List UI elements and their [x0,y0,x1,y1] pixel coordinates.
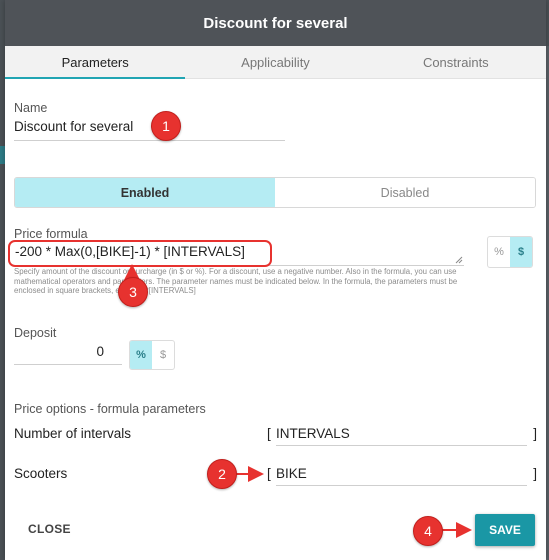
status-toggle: Enabled Disabled [14,177,536,208]
tab-constraints[interactable]: Constraints [366,46,546,78]
param-field-intervals[interactable]: [ INTERVALS ] [267,426,537,446]
deposit-dollar-button[interactable]: $ [152,341,174,369]
annotation-marker-1: 1 [151,111,181,141]
param-label-scooters: Scooters [14,466,68,481]
enabled-button[interactable]: Enabled [15,178,275,207]
tab-applicability[interactable]: Applicability [185,46,365,78]
param-value-intervals: INTERVALS [276,426,350,441]
tab-bar: Parameters Applicability Constraints [5,46,546,79]
price-formula-input[interactable]: -200 * Max(0,[BIKE]-1) * [INTERVALS] [14,240,464,266]
param-field-scooters[interactable]: [ BIKE ] [267,466,537,486]
price-options-heading: Price options - formula parameters [14,402,206,416]
deposit-input[interactable]: 0 [14,344,104,359]
close-bracket: ] [533,466,537,481]
deposit-underline [14,364,122,365]
open-bracket: [ [267,466,271,481]
deposit-percent-button[interactable]: % [130,341,152,369]
price-formula-label: Price formula [14,227,88,241]
formula-unit-toggle: % $ [487,236,533,268]
name-input[interactable]: Discount for several [14,119,133,134]
dialog-title: Discount for several [5,0,546,46]
param-label-intervals: Number of intervals [14,426,132,441]
param-underline [276,445,527,446]
deposit-label: Deposit [14,326,57,340]
resize-grip-icon[interactable] [455,256,463,264]
save-button[interactable]: SAVE [475,514,535,546]
close-bracket: ] [533,426,537,441]
price-formula-value: -200 * Max(0,[BIKE]-1) * [INTERVALS] [15,244,245,259]
annotation-marker-4: 4 [413,516,443,546]
disabled-button[interactable]: Disabled [275,178,535,207]
param-value-bike: BIKE [276,466,307,481]
discount-dialog: Discount for several Parameters Applicab… [5,0,546,560]
price-formula-hint: Specify amount of the discount or surcha… [14,267,458,296]
close-button[interactable]: CLOSE [28,522,71,536]
formula-percent-button[interactable]: % [488,237,510,267]
param-underline [276,485,527,486]
name-underline [14,140,285,141]
name-label: Name [14,101,48,115]
tab-parameters[interactable]: Parameters [5,46,186,79]
open-bracket: [ [267,426,271,441]
annotation-marker-3: 3 [118,277,148,307]
deposit-unit-toggle: % $ [129,340,175,370]
formula-dollar-button[interactable]: $ [510,237,532,267]
annotation-marker-2: 2 [207,459,237,489]
